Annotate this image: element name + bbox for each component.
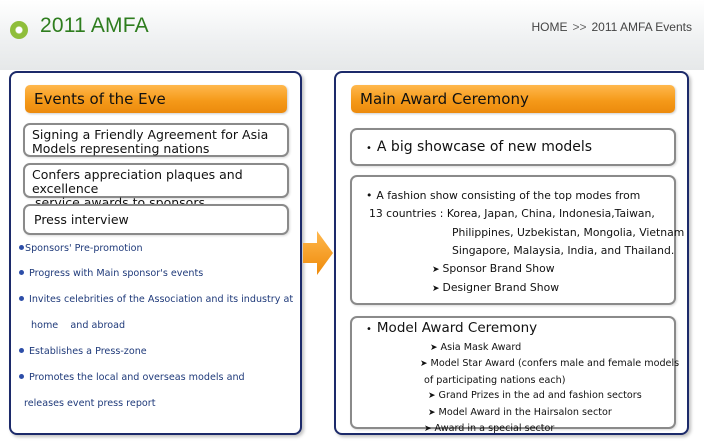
event-box-appreciation-plaques: Confers appreciation plaques and excelle…: [23, 163, 289, 210]
breadcrumb-separator: >>: [572, 20, 587, 34]
list-item-text: home and abroad: [31, 320, 126, 331]
page-title: 2011 AMFA: [40, 14, 149, 37]
arrowhead-icon: ➤: [428, 391, 436, 402]
model-award-list: ➤ Asia Mask Award ➤ Model Star Award (conf…: [420, 340, 679, 437]
list-item-text: Sponsors' Pre-promotion: [25, 243, 143, 254]
arrowhead-icon: ➤: [432, 265, 440, 276]
fashion-show-line: Singapore, Malaysia, India, and Thailand…: [452, 243, 675, 257]
list-item: ➤ Model Star Award (confers male and fema…: [420, 358, 680, 370]
bullet-icon: •: [366, 324, 372, 335]
events-of-the-eve-panel: Events of the Eve Signing a Friendly Agr…: [9, 71, 302, 435]
list-item-text: Promotes the local and overseas models a…: [29, 372, 245, 383]
list-item: ➤ Asia Mask Award: [430, 342, 522, 353]
list-item: ➤ Grand Prizes in the ad and fashion sect…: [428, 390, 642, 402]
arrowhead-icon: ➤: [432, 284, 440, 295]
bullet-dot-icon: [19, 244, 24, 250]
bullet-dot-icon: [19, 347, 24, 353]
list-item: Promotes the local and overseas models a…: [19, 365, 299, 417]
main-award-ceremony-heading: Main Award Ceremony: [351, 85, 675, 113]
model-award-box: • Model Award Ceremony ➤ Asia Mask Award ➤…: [350, 316, 679, 434]
sponsor-brand-show: ➤ Sponsor Brand Show: [432, 262, 555, 276]
event-box-line: Models representing nations: [32, 141, 210, 156]
showcase-box: • A big showcase of new models: [350, 128, 676, 166]
page-header: 2011 AMFA HOME >> 2011 AMFA Events: [0, 0, 704, 70]
event-box-line: Signing a Friendly Agreement for Asia: [32, 127, 269, 142]
bullet-icon: •: [366, 143, 372, 154]
event-box-line: Press interview: [34, 212, 129, 227]
fashion-show-line: Philippines, Uzbekistan, Mongolia, Vietn…: [452, 225, 685, 239]
event-box-friendly-agreement: Signing a Friendly Agreement for Asia Mo…: [23, 123, 289, 157]
fashion-show-line: 13 countries : Korea, Japan, China, Indo…: [369, 207, 655, 221]
eve-bullet-list: Sponsors' Pre-promotion Progress with Ma…: [19, 237, 299, 417]
designer-brand-show: ➤ Designer Brand Show: [432, 281, 560, 295]
list-item-text: Progress with Main sponsor's events: [29, 268, 204, 279]
list-item: ➤ Award in a special sector: [424, 423, 555, 435]
breadcrumb: HOME >> 2011 AMFA Events: [531, 20, 692, 34]
arrowhead-icon: ➤: [428, 407, 436, 418]
bullet-dot-icon: [19, 269, 24, 275]
event-box-press-interview: Press interview: [23, 204, 289, 235]
list-item-text: releases event press report: [24, 398, 156, 409]
showcase-text: A big showcase of new models: [376, 139, 593, 155]
event-box-line: Confers appreciation plaques and excelle…: [32, 167, 243, 196]
list-item: Invites celebrities of the Association a…: [19, 287, 299, 339]
list-item: ➤ Model Award in the Hairsalon sector: [428, 406, 612, 418]
arrow-right-icon: [303, 231, 333, 275]
list-item: Establishes a Press-zone: [19, 339, 299, 365]
bullet-icon: •: [366, 189, 373, 202]
bullet-dot-icon: [19, 373, 24, 379]
fashion-show-line: • A fashion show consisting of the top mo…: [366, 189, 641, 202]
bullet-dot-icon: [19, 295, 24, 301]
list-item: of participating nations each): [424, 374, 566, 386]
breadcrumb-current: 2011 AMFA Events: [591, 20, 692, 34]
model-award-title: • Model Award Ceremony: [366, 320, 538, 336]
events-of-the-eve-heading: Events of the Eve: [25, 85, 287, 113]
list-item-text: Establishes a Press-zone: [29, 346, 147, 357]
arrowhead-icon: ➤: [424, 424, 432, 435]
fashion-show-box: • A fashion show consisting of the top mo…: [350, 175, 685, 305]
arrowhead-icon: ➤: [430, 343, 438, 353]
list-item: Sponsors' Pre-promotion: [19, 237, 299, 261]
arrowhead-icon: ➤: [420, 359, 428, 370]
list-item: Progress with Main sponsor's events: [19, 261, 299, 287]
list-item-text: Invites celebrities of the Association a…: [29, 294, 294, 305]
main-award-ceremony-panel: Main Award Ceremony • A big showcase of n…: [334, 71, 689, 435]
green-ring-icon: [10, 21, 28, 39]
breadcrumb-home-link[interactable]: HOME: [531, 20, 567, 34]
